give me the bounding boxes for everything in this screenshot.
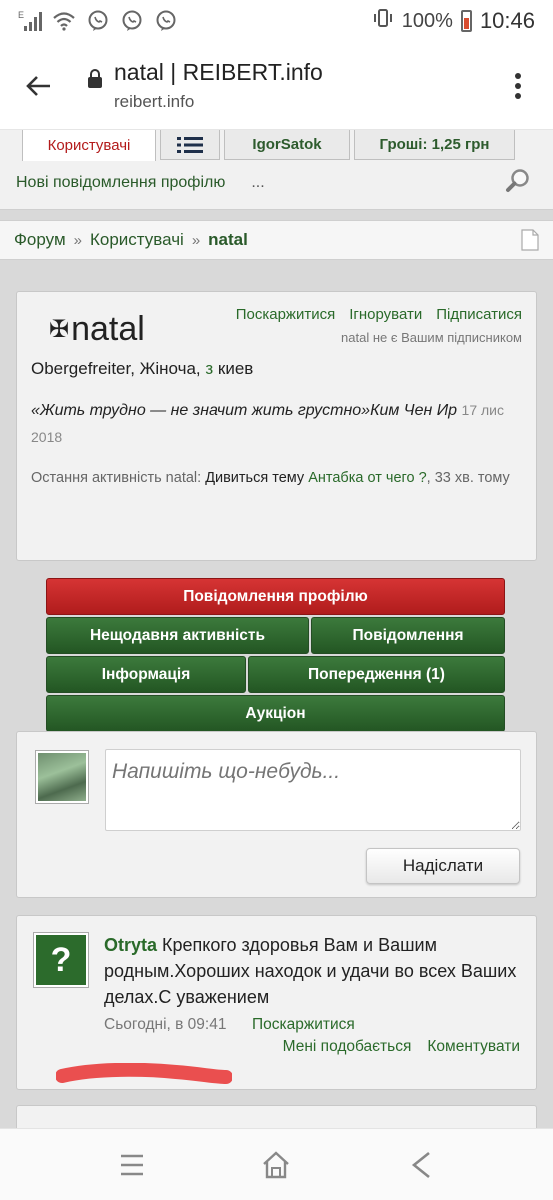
post-input[interactable] [105,749,521,831]
tab-menu[interactable] [160,130,220,160]
breadcrumb-forum[interactable]: Форум [14,230,66,250]
question-mark-icon: ? [36,935,86,985]
svg-text:E: E [18,10,24,20]
more-link[interactable]: ... [251,174,264,192]
tab-posts[interactable]: Повідомлення [311,617,505,654]
document-icon[interactable] [521,229,539,256]
clock: 10:46 [479,8,535,33]
breadcrumb: Форум » Користувачі » natal [0,220,553,260]
message-text: Крепкого здоровья Вам и Вашим родным.Хор… [104,935,517,1007]
profile-city: киев [213,359,254,378]
profile-status-quote: «Жить трудно — не значит жить грустно»Ки… [31,397,522,451]
message-author-link[interactable]: Otryta [104,935,157,955]
battery-icon [460,10,472,32]
recent-apps-button[interactable] [102,1135,162,1195]
vibrate-icon [372,8,394,34]
message-report-link[interactable]: Поскаржитися [252,1016,355,1034]
viber-icon [86,10,110,32]
username-text: natal [71,310,145,348]
page-title: natal | REIBERT.info [114,59,323,85]
system-navigation-bar [0,1128,553,1200]
tab-profile-messages[interactable]: Повідомлення профілю [46,578,505,615]
list-icon [177,136,203,153]
current-user-avatar[interactable] [35,750,89,804]
tab-account[interactable]: IgorSatok [224,130,350,160]
last-activity-topic-link[interactable]: Антабка от чего ? [308,470,426,486]
send-button[interactable]: Надіслати [366,848,520,884]
page-domain: reibert.info [114,92,195,111]
iron-cross-icon: ✠ [49,316,70,343]
tab-auction[interactable]: Аукціон [46,695,505,732]
browser-toolbar: natal | REIBERT.info reibert.info [0,42,553,130]
tab-balance[interactable]: Гроші: 1,25 грн [354,130,515,160]
back-nav-button[interactable] [391,1135,451,1195]
breadcrumb-users[interactable]: Користувачі [90,230,184,250]
last-activity-label: Остання активність natal: [31,470,206,486]
status-bar: E 100% 10:46 [0,0,553,42]
site-navigation: Користувачі IgorSatok Гроші: 1,25 грн Но… [0,130,553,210]
battery-percent: 100% [401,9,453,32]
arrow-left-icon [26,75,50,96]
home-button[interactable] [246,1135,306,1195]
last-activity: Остання активність natal: Дивиться тему … [31,467,522,489]
new-post-form: Надіслати [16,731,537,898]
message-time[interactable]: Сьогодні, в 09:41 [104,1016,226,1034]
chevron-left-icon [411,1151,430,1178]
more-vertical-icon [515,72,521,99]
browser-menu-button[interactable] [483,42,553,130]
back-button[interactable] [0,42,76,130]
message-body: Otryta Крепкого здоровья Вам и Вашим род… [104,932,524,1010]
address-bar[interactable]: natal | REIBERT.info reibert.info [114,59,483,112]
profile-rank-gender: Obergefreiter, Жіноча, [31,359,206,378]
breadcrumb-current[interactable]: natal [208,230,248,250]
profile-card: Поскаржитися Ігнорувати Підписатися nata… [16,291,537,561]
signal-icon: E [18,10,42,32]
recent-apps-icon [121,1154,144,1175]
red-scribble [56,1063,232,1084]
tab-information[interactable]: Інформація [46,656,246,693]
subscribe-note: natal не є Вашим підписником [341,330,522,345]
tab-users[interactable]: Користувачі [22,130,156,161]
ignore-link[interactable]: Ігнорувати [349,306,422,323]
author-avatar[interactable]: ? [33,932,89,988]
new-profile-messages-link[interactable]: Нові повідомлення профілю [16,174,225,192]
breadcrumb-separator: » [73,231,82,249]
viber-icon [154,10,178,32]
subscribe-link[interactable]: Підписатися [436,306,522,323]
breadcrumb-separator: » [191,231,201,249]
location-link[interactable]: з [205,359,213,378]
comment-link[interactable]: Коментувати [427,1038,520,1056]
home-icon [263,1150,290,1178]
wifi-icon [52,10,76,32]
tab-warnings[interactable]: Попередження (1) [248,656,505,693]
lock-icon [76,68,114,89]
tab-recent-activity[interactable]: Нещодавня активність [46,617,309,654]
last-activity-action: Дивиться тему [205,470,309,486]
report-link[interactable]: Поскаржитися [236,306,336,323]
search-icon[interactable] [505,168,531,199]
like-link[interactable]: Мені подобається [283,1038,412,1056]
viber-icon [120,10,144,32]
last-activity-time: , 33 хв. тому [426,470,510,486]
quote-text: «Жить трудно — не значит жить грустно»Ки… [31,402,458,419]
profile-info: Obergefreiter, Жіноча, з киев [31,359,522,379]
